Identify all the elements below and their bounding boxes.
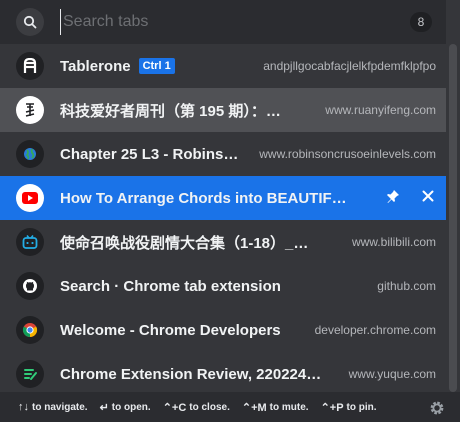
close-icon[interactable] [422, 189, 434, 207]
tab-url: developer.chrome.com [314, 323, 436, 337]
tab-title: Chapter 25 L3 - Robins… [60, 145, 239, 163]
tab-title: Tablerone [60, 57, 131, 75]
hint-close: ⌃+C to close. [163, 401, 230, 414]
tab-row[interactable]: Chapter 25 L3 - Robins… www.robinsoncrus… [0, 132, 446, 176]
row-actions [386, 189, 434, 208]
hint-mute: ⌃+M to mute. [242, 401, 309, 414]
chrome-icon [16, 316, 44, 344]
tab-count-badge: 8 [410, 12, 432, 32]
scrollbar[interactable] [449, 44, 457, 392]
tab-list: Tablerone Ctrl 1 andpjllgocabfacjlelkfpd… [0, 44, 446, 396]
tab-row-active[interactable]: How To Arrange Chords into BEAUTIFU… [0, 176, 446, 220]
tab-title: Search · Chrome tab extension [60, 277, 281, 295]
hint-open: ↵ to open. [100, 401, 151, 414]
ruanyifeng-icon [16, 96, 44, 124]
tab-url: www.robinsoncrusoeinlevels.com [259, 147, 436, 161]
hint-label: to pin. [346, 401, 377, 413]
hint-label: to navigate. [32, 401, 88, 413]
close-key: ⌃+C [162, 401, 187, 414]
search-input[interactable] [60, 9, 395, 35]
tab-title: Welcome - Chrome Developers [60, 321, 281, 339]
tab-row[interactable]: 使命召唤战役剧情大合集（1-18）_… www.bilibili.com [0, 220, 446, 264]
tab-title: 使命召唤战役剧情大合集（1-18）_… [60, 234, 309, 252]
tab-url: github.com [377, 279, 436, 293]
hint-navigate: ↑↓ to navigate. [18, 401, 88, 413]
gear-icon[interactable] [428, 399, 446, 422]
shortcut-badge: Ctrl 1 [138, 58, 175, 74]
tab-row[interactable]: Welcome - Chrome Developers developer.ch… [0, 308, 446, 352]
mute-key: ⌃+M [241, 401, 267, 414]
hint-label: to open. [111, 401, 151, 413]
tablerone-icon [16, 52, 44, 80]
enter-key: ↵ [99, 401, 109, 414]
tab-row[interactable]: Chrome Extension Review, 220224 … www.yu… [0, 352, 446, 396]
tab-title: 科技爱好者周刊（第 195 期）：… [60, 102, 281, 120]
github-icon [16, 272, 44, 300]
hint-label: to close. [189, 401, 230, 413]
tab-title: How To Arrange Chords into BEAUTIFU… [60, 189, 352, 207]
tab-url: www.ruanyifeng.com [325, 103, 436, 117]
youtube-icon [16, 184, 44, 212]
globe-icon [16, 140, 44, 168]
tab-title: Chrome Extension Review, 220224 … [60, 365, 325, 383]
hint-label: to mute. [269, 401, 309, 413]
tab-row[interactable]: Search · Chrome tab extension github.com [0, 264, 446, 308]
shortcut-footer: ↑↓ to navigate. ↵ to open. ⌃+C to close.… [0, 392, 460, 422]
hint-pin: ⌃+P to pin. [321, 401, 377, 414]
pin-key: ⌃+P [320, 401, 344, 414]
tab-row[interactable]: 科技爱好者周刊（第 195 期）：… www.ruanyifeng.com [0, 88, 446, 132]
bilibili-icon [16, 228, 44, 256]
navigate-key: ↑↓ [18, 401, 29, 413]
search-bar: 8 [0, 0, 446, 44]
tab-url: andpjllgocabfacjlelkfpdemfklpfpo [263, 59, 436, 73]
pin-icon[interactable] [386, 189, 400, 208]
search-icon [16, 8, 44, 36]
tab-url: www.yuque.com [348, 367, 436, 381]
tab-row[interactable]: Tablerone Ctrl 1 andpjllgocabfacjlelkfpd… [0, 44, 446, 88]
tab-url: www.bilibili.com [351, 235, 436, 249]
yuque-icon [16, 360, 44, 388]
